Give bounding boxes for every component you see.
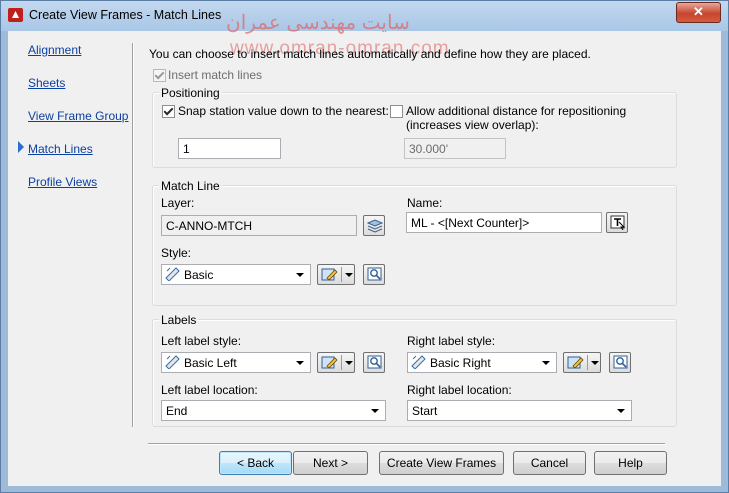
window-title: Create View Frames - Match Lines bbox=[29, 8, 222, 22]
right-label-style-value: Basic Right bbox=[430, 356, 491, 370]
snap-station-input[interactable]: 1 bbox=[178, 138, 281, 159]
right-label-style-dropdown[interactable]: Basic Right bbox=[407, 352, 557, 373]
allow-distance-label-line2: (increases view overlap): bbox=[406, 118, 539, 132]
layers-icon bbox=[367, 219, 383, 233]
left-label-style-edit-split-button[interactable] bbox=[317, 352, 355, 373]
layer-select-button[interactable] bbox=[363, 215, 385, 236]
next-button[interactable]: Next > bbox=[293, 451, 368, 475]
label-style-icon bbox=[165, 355, 180, 369]
name-template-button[interactable] bbox=[606, 212, 628, 233]
nav-link-alignment[interactable]: Alignment bbox=[28, 43, 81, 57]
left-label-location-dropdown[interactable]: End bbox=[161, 400, 386, 421]
split-divider bbox=[587, 355, 588, 370]
chevron-down-icon bbox=[542, 361, 550, 365]
chevron-down-icon[interactable] bbox=[345, 273, 353, 277]
current-page-arrow-icon bbox=[18, 141, 24, 153]
civil3d-app-icon bbox=[8, 8, 23, 22]
layer-label: Layer: bbox=[161, 196, 195, 210]
nav-link-sheets[interactable]: Sheets bbox=[28, 76, 65, 90]
allow-distance-label: Allow additional distance for reposition… bbox=[406, 104, 627, 118]
edit-style-icon bbox=[321, 356, 338, 369]
left-label-location-value: End bbox=[166, 404, 188, 418]
match-line-legend: Match Line bbox=[159, 179, 222, 193]
edit-style-icon bbox=[567, 356, 584, 369]
create-view-frames-button[interactable]: Create View Frames bbox=[379, 451, 504, 475]
dialog-client-area: سایت مهندسی عمران www.omran-omran.com Al… bbox=[8, 12, 721, 486]
chevron-down-icon bbox=[371, 409, 379, 413]
snap-station-checkbox[interactable] bbox=[162, 105, 175, 118]
nav-link-match-lines[interactable]: Match Lines bbox=[28, 142, 93, 156]
right-label-location-dropdown[interactable]: Start bbox=[407, 400, 632, 421]
style-label: Style: bbox=[161, 246, 192, 260]
back-button[interactable]: < Back bbox=[219, 451, 292, 475]
chevron-down-icon bbox=[617, 409, 625, 413]
right-label-location-label: Right label location: bbox=[407, 383, 512, 397]
close-button[interactable]: ✕ bbox=[676, 2, 721, 23]
left-label-style-preview-button[interactable] bbox=[363, 352, 385, 373]
left-label-style-dropdown[interactable]: Basic Left bbox=[161, 352, 311, 373]
cancel-button[interactable]: Cancel bbox=[513, 451, 586, 475]
intro-text: You can choose to insert match lines aut… bbox=[149, 47, 591, 61]
style-edit-split-button[interactable] bbox=[317, 264, 355, 285]
left-label-location-label: Left label location: bbox=[161, 383, 258, 397]
nav-divider bbox=[132, 43, 133, 427]
layer-field: C-ANNO-MTCH bbox=[161, 215, 357, 236]
name-input[interactable]: ML - <[Next Counter]> bbox=[406, 212, 602, 233]
chevron-down-icon bbox=[296, 361, 304, 365]
name-label: Name: bbox=[407, 196, 443, 210]
right-label-style-preview-button[interactable] bbox=[609, 352, 631, 373]
allow-distance-input[interactable]: 30.000' bbox=[404, 138, 506, 159]
allow-distance-checkbox[interactable] bbox=[390, 105, 403, 118]
magnifier-icon bbox=[367, 355, 382, 369]
style-icon bbox=[165, 267, 180, 281]
insert-match-lines-label: Insert match lines bbox=[168, 68, 263, 82]
snap-station-label: Snap station value down to the nearest: bbox=[178, 104, 389, 118]
edit-style-icon bbox=[321, 268, 338, 281]
nav-link-view-frame-group[interactable]: View Frame Group bbox=[28, 109, 128, 123]
name-template-icon bbox=[610, 215, 626, 230]
chevron-down-icon bbox=[296, 273, 304, 277]
insert-match-lines-checkbox[interactable] bbox=[153, 69, 166, 82]
right-label-location-value: Start bbox=[412, 404, 438, 418]
split-divider bbox=[341, 267, 342, 282]
button-row-divider bbox=[148, 443, 665, 444]
help-button[interactable]: Help bbox=[594, 451, 667, 475]
chevron-down-icon[interactable] bbox=[591, 361, 599, 365]
right-label-style-edit-split-button[interactable] bbox=[563, 352, 601, 373]
style-preview-button[interactable] bbox=[363, 264, 385, 285]
watermark-persian-text: سایت مهندسی عمران bbox=[226, 12, 410, 34]
label-style-icon bbox=[411, 355, 426, 369]
match-line-style-dropdown[interactable]: Basic bbox=[161, 264, 311, 285]
match-line-style-value: Basic bbox=[184, 268, 214, 282]
chevron-down-icon[interactable] bbox=[345, 361, 353, 365]
right-label-style-label: Right label style: bbox=[407, 334, 496, 348]
positioning-legend: Positioning bbox=[159, 86, 222, 100]
nav-link-profile-views[interactable]: Profile Views bbox=[28, 175, 97, 189]
left-label-style-label: Left label style: bbox=[161, 334, 242, 348]
left-label-style-value: Basic Left bbox=[184, 356, 237, 370]
labels-legend: Labels bbox=[159, 313, 199, 327]
magnifier-icon bbox=[367, 267, 382, 281]
dialog-window: Create View Frames - Match Lines ✕ سایت … bbox=[0, 0, 729, 493]
magnifier-icon bbox=[613, 355, 628, 369]
split-divider bbox=[341, 355, 342, 370]
